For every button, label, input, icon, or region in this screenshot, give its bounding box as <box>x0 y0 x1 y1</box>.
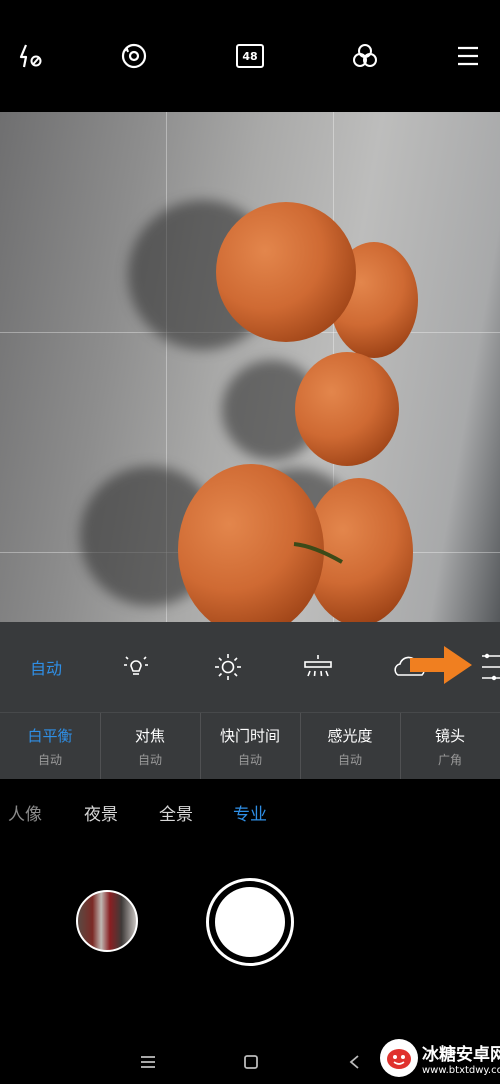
pro-params-bar: 白平衡 自动 对焦 自动 快门时间 自动 感光度 自动 镜头 广角 <box>0 712 500 779</box>
param-value: 广角 <box>437 753 462 767</box>
site-watermark: 冰糖安卓网 www.btxtdwy.com <box>380 1036 500 1080</box>
param-label: 镜头 <box>434 727 465 745</box>
param-label: 白平衡 <box>27 727 73 745</box>
resolution-label: 48 <box>236 44 264 68</box>
orange-fruit <box>216 202 356 342</box>
param-iso[interactable]: 感光度 自动 <box>300 713 400 779</box>
nav-home-icon[interactable] <box>243 1054 259 1074</box>
wb-auto-option[interactable]: 自动 <box>20 650 72 684</box>
white-balance-strip: 自动 <box>0 622 500 712</box>
mode-portrait[interactable]: 人像 <box>8 800 42 825</box>
watermark-url: www.btxtdwy.com <box>422 1065 500 1076</box>
param-value: 自动 <box>237 753 262 767</box>
camera-viewfinder[interactable] <box>0 112 500 622</box>
nav-back-icon[interactable] <box>348 1054 360 1074</box>
fluorescent-icon[interactable] <box>300 650 336 684</box>
orange-arrow-icon <box>410 646 472 684</box>
adjust-sliders-icon[interactable] <box>478 650 500 684</box>
orange-fruit <box>295 352 399 466</box>
camera-top-bar: 48 <box>0 0 500 112</box>
orange-stem <box>293 542 343 564</box>
param-lens[interactable]: 镜头 广角 <box>400 713 500 779</box>
param-value: 自动 <box>337 753 362 767</box>
incandescent-icon[interactable] <box>118 650 154 684</box>
watermark-name: 冰糖安卓网 <box>422 1045 500 1065</box>
lens-switch-icon[interactable] <box>118 40 150 72</box>
flash-off-icon[interactable] <box>14 40 46 72</box>
mode-panorama[interactable]: 全景 <box>159 800 193 825</box>
filters-icon[interactable] <box>349 40 381 72</box>
param-focus[interactable]: 对焦 自动 <box>100 713 200 779</box>
param-shutter-time[interactable]: 快门时间 自动 <box>200 713 300 779</box>
shutter-inner <box>215 887 285 957</box>
param-label: 快门时间 <box>219 727 280 745</box>
param-value: 自动 <box>137 753 162 767</box>
gallery-thumbnail[interactable] <box>76 890 138 952</box>
mode-pro[interactable]: 专业 <box>233 800 267 825</box>
mode-night[interactable]: 夜景 <box>84 800 118 825</box>
daylight-icon[interactable] <box>210 650 246 684</box>
param-value: 自动 <box>37 753 62 767</box>
menu-icon[interactable] <box>452 40 484 72</box>
shutter-button[interactable] <box>206 878 294 966</box>
param-white-balance[interactable]: 白平衡 自动 <box>0 713 100 779</box>
resolution-icon[interactable]: 48 <box>234 40 266 72</box>
watermark-logo-icon <box>380 1039 418 1077</box>
param-label: 对焦 <box>134 727 165 745</box>
param-label: 感光度 <box>327 727 373 745</box>
nav-menu-icon[interactable] <box>140 1054 156 1073</box>
